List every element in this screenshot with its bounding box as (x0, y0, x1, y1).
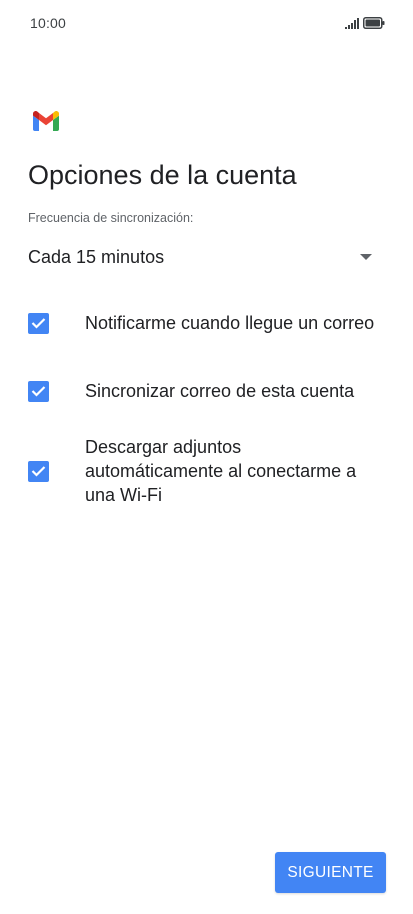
next-button[interactable]: SIGUIENTE (275, 852, 386, 893)
sync-frequency-label: Frecuencia de sincronización: (28, 211, 194, 225)
battery-icon (363, 16, 385, 34)
option-notify-label: Notificarme cuando llegue un correo (85, 313, 375, 333)
check-icon (31, 386, 46, 397)
sync-frequency-dropdown[interactable]: Cada 15 minutos (28, 237, 378, 277)
sync-frequency-value: Cada 15 minutos (28, 246, 165, 267)
signal-icon (345, 16, 359, 34)
page-title: Opciones de la cuenta (28, 160, 297, 190)
checkbox-sync-mail[interactable] (28, 380, 49, 402)
option-download-attachments[interactable]: Descargar adjuntos automáticamente al co… (28, 435, 378, 507)
gmail-logo-icon (33, 111, 59, 131)
option-notify[interactable]: Notificarme cuando llegue un correo (28, 298, 378, 348)
status-bar: 10:00 (0, 0, 413, 48)
status-time: 10:00 (30, 15, 67, 31)
checkbox-download-attachments[interactable] (28, 460, 49, 482)
option-sync-mail[interactable]: Sincronizar correo de esta cuenta (28, 377, 378, 405)
checkbox-notify[interactable] (28, 312, 49, 334)
option-sync-mail-label: Sincronizar correo de esta cuenta (85, 381, 355, 401)
check-icon (31, 318, 46, 329)
check-icon (31, 466, 46, 477)
option-download-attachments-label: Descargar adjuntos automáticamente al co… (85, 437, 357, 505)
dropdown-arrow-icon (360, 254, 372, 260)
status-icons (345, 16, 385, 34)
